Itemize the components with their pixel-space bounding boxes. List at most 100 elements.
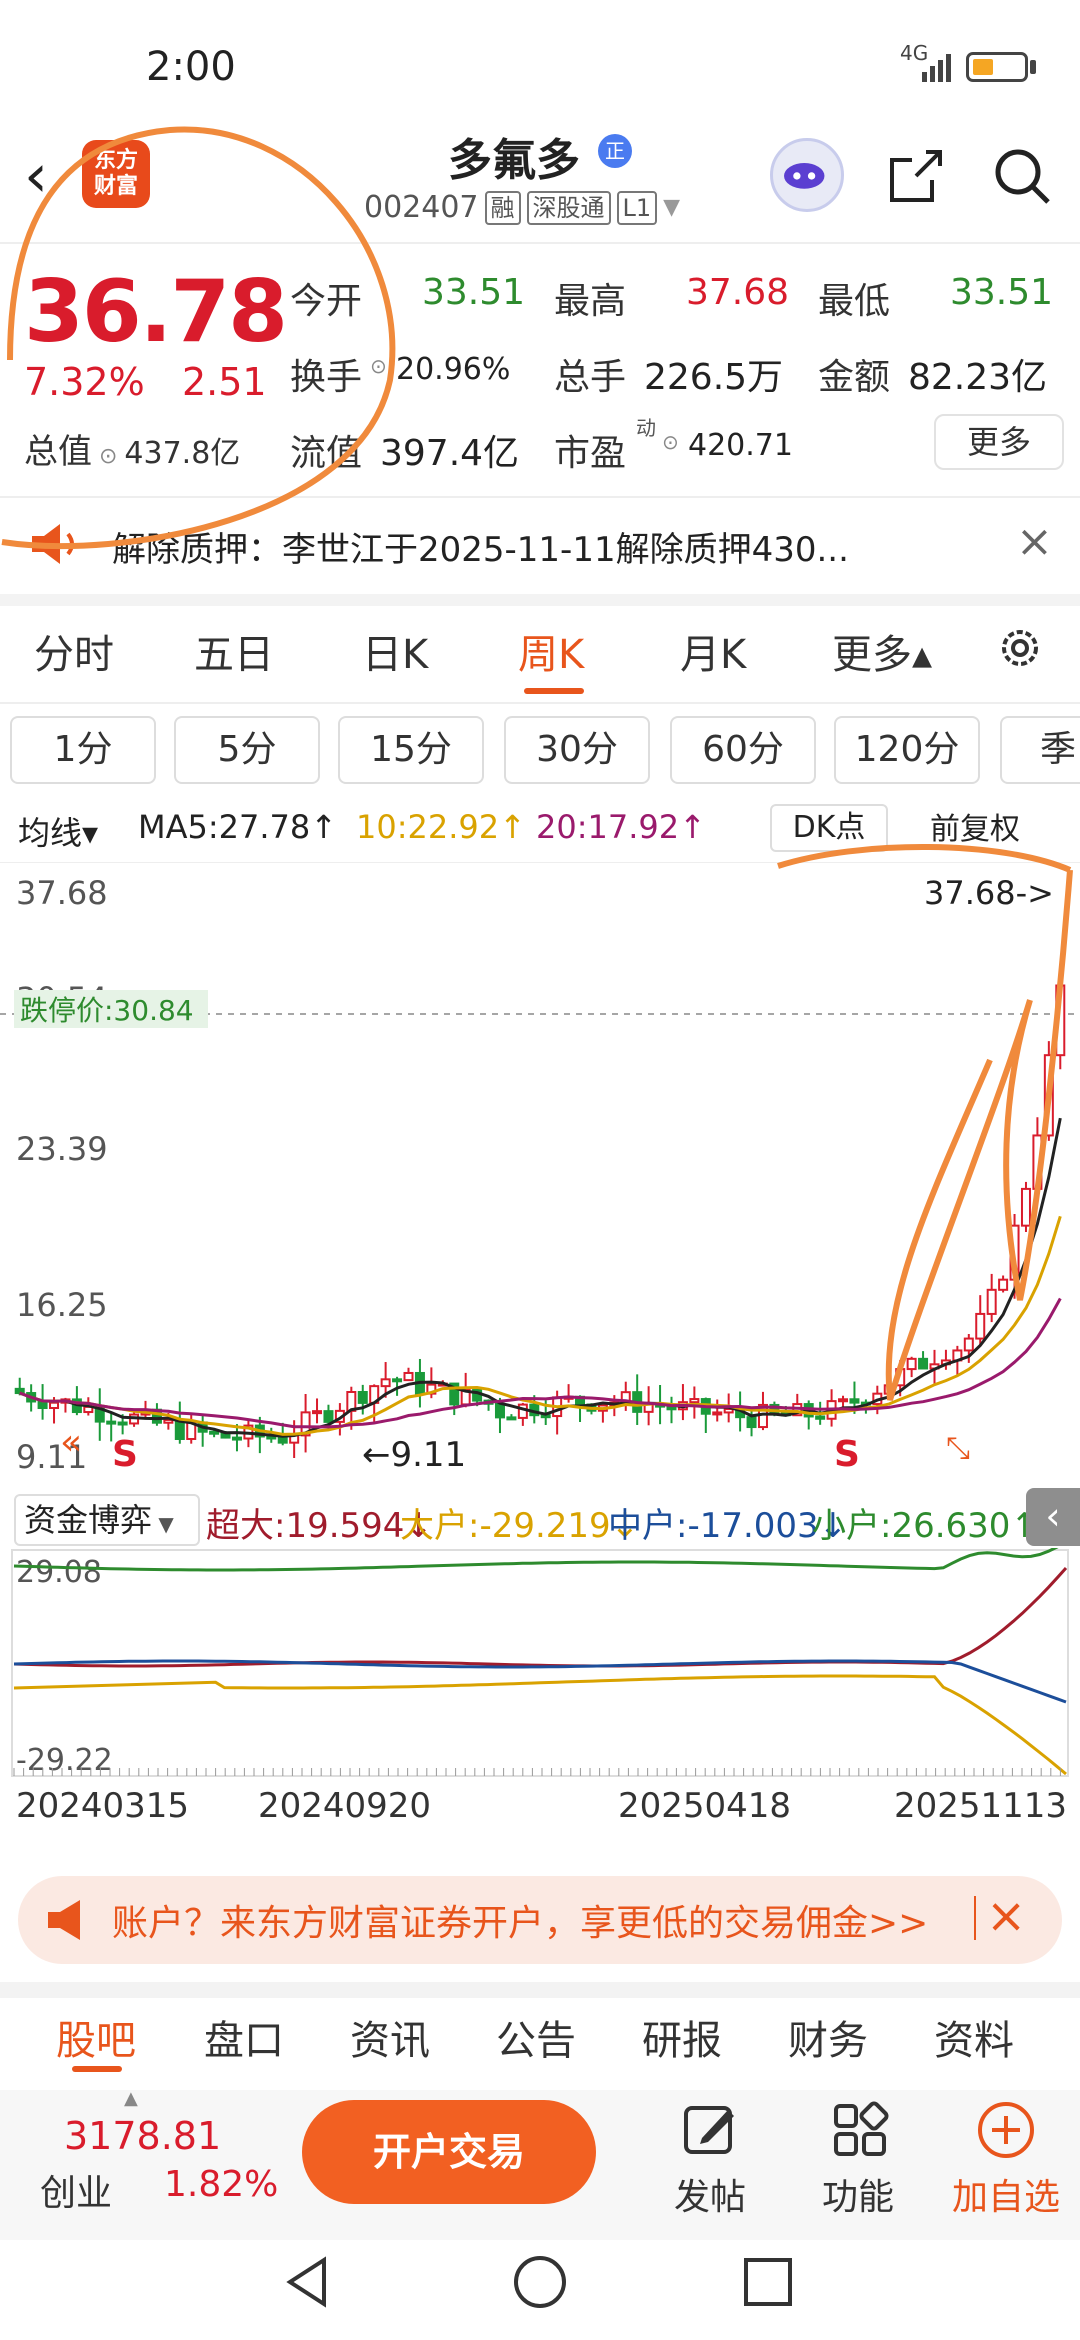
fund-super: 超大:19.594↓ bbox=[206, 1506, 433, 1546]
candle-body bbox=[14, 1387, 25, 1395]
index-name[interactable]: 创业 bbox=[40, 2164, 112, 2216]
fund-small: 小户:26.630↑ bbox=[812, 1506, 1039, 1546]
interval-60m[interactable]: 60分 bbox=[670, 716, 816, 784]
candle-body bbox=[49, 1401, 60, 1410]
interval-1m[interactable]: 1分 bbox=[10, 716, 156, 784]
tab-guba[interactable]: 股吧 bbox=[56, 2008, 136, 2066]
tab-pankou[interactable]: 盘口 bbox=[204, 2008, 284, 2066]
signal-icon bbox=[922, 54, 951, 82]
candle-body bbox=[380, 1378, 391, 1388]
kline-chart[interactable]: 37.68 30.54 23.39 16.25 9.11 跌停价:30.84 3… bbox=[0, 862, 1080, 1502]
tab-five-day[interactable]: 五日 bbox=[194, 622, 274, 680]
add-watchlist-label[interactable]: 加自选 bbox=[952, 2168, 1060, 2220]
candle-body bbox=[883, 1384, 894, 1395]
float-cap-label: 流值 bbox=[290, 433, 363, 474]
info-icon: ⊙ bbox=[370, 354, 387, 378]
fund-ymin: -29.22 bbox=[16, 1743, 113, 1778]
speaker-icon bbox=[32, 524, 74, 564]
adjust-selector[interactable]: 前复权 bbox=[930, 804, 1020, 848]
assistant-avatar[interactable] bbox=[770, 138, 844, 212]
ma20-line bbox=[19, 1297, 1062, 1429]
more-button[interactable]: 更多 bbox=[934, 414, 1064, 470]
date-label-3: 20250418 bbox=[618, 1786, 792, 1826]
function-icon[interactable] bbox=[830, 2100, 890, 2160]
ma20-value: 20:17.92↑ bbox=[536, 808, 706, 846]
expand-up-icon[interactable]: ▲ bbox=[124, 2088, 138, 2109]
candle-body bbox=[209, 1430, 220, 1435]
fund-line-super bbox=[13, 1566, 1068, 1668]
tab-research[interactable]: 研报 bbox=[642, 2008, 722, 2066]
tab-profile[interactable]: 资料 bbox=[934, 2008, 1014, 2066]
candle-body bbox=[403, 1371, 414, 1382]
nav-home-icon[interactable] bbox=[512, 2254, 568, 2310]
function-label[interactable]: 功能 bbox=[822, 2168, 894, 2220]
candle-body bbox=[517, 1403, 528, 1419]
candle-body bbox=[986, 1288, 997, 1315]
expand-icon: ⤡ bbox=[946, 1431, 970, 1466]
index-percent[interactable]: 1.82% bbox=[164, 2164, 278, 2205]
fund-large: 大户:-29.219↓ bbox=[400, 1506, 640, 1546]
candle-body bbox=[357, 1391, 368, 1404]
notice-text[interactable]: 解除质押：李世江于2025-11-11解除质押430... bbox=[112, 522, 849, 571]
tab-daily-k[interactable]: 日K bbox=[362, 622, 428, 680]
open-account-trade-button[interactable]: 开户交易 bbox=[302, 2100, 596, 2204]
interval-5m[interactable]: 5分 bbox=[174, 716, 320, 784]
candle-body bbox=[998, 1278, 1009, 1291]
add-watchlist-icon[interactable] bbox=[976, 2100, 1036, 2160]
tab-announcements[interactable]: 公告 bbox=[496, 2008, 576, 2066]
amount-value: 82.23亿 bbox=[908, 357, 1048, 398]
post-icon[interactable] bbox=[680, 2100, 740, 2160]
back-icon[interactable]: ‹ bbox=[24, 146, 48, 206]
dk-point-button[interactable]: DK点 bbox=[770, 804, 888, 852]
tab-monthly-k[interactable]: 月K bbox=[680, 622, 746, 680]
tab-weekly-k[interactable]: 周K bbox=[518, 622, 584, 680]
high-label: 最高 bbox=[554, 281, 627, 322]
close-icon[interactable]: × bbox=[1016, 516, 1053, 567]
gear-icon[interactable] bbox=[994, 622, 1046, 674]
close-icon[interactable]: × bbox=[986, 1888, 1026, 1944]
tabs-divider bbox=[0, 702, 1080, 704]
tab-finance[interactable]: 财务 bbox=[788, 2008, 868, 2066]
candle-body bbox=[392, 1378, 403, 1383]
chevron-down-icon: ▼ bbox=[663, 195, 681, 220]
share-icon[interactable] bbox=[886, 146, 946, 206]
interval-30m[interactable]: 30分 bbox=[504, 716, 650, 784]
pe-dynamic-sup: 动 bbox=[636, 416, 656, 440]
candle-body bbox=[494, 1402, 505, 1419]
fund-line-large bbox=[13, 1674, 1067, 1776]
index-value[interactable]: 3178.81 bbox=[64, 2114, 221, 2158]
fund-ymax: 29.08 bbox=[16, 1555, 102, 1590]
open-value: 33.51 bbox=[422, 272, 526, 313]
collapse-icon[interactable]: ‹ bbox=[1026, 1488, 1080, 1546]
change-amount: 2.51 bbox=[182, 360, 267, 404]
fund-selector[interactable]: 资金博弈 ▼ bbox=[14, 1494, 200, 1546]
signal-s-1: S bbox=[112, 1434, 138, 1475]
interval-120m[interactable]: 120分 bbox=[834, 716, 980, 784]
candle-body bbox=[117, 1421, 128, 1426]
tag-margin: 融 bbox=[484, 190, 521, 225]
tab-news[interactable]: 资讯 bbox=[350, 2008, 430, 2066]
ad-text[interactable]: 账户？来东方财富证券开户，享更低的交易佣金>> bbox=[112, 1894, 972, 1946]
ma-selector[interactable]: 均线▾ bbox=[18, 808, 98, 854]
search-icon[interactable] bbox=[990, 144, 1054, 208]
nav-recents-icon[interactable] bbox=[742, 2256, 794, 2308]
date-label-4: 20251113 bbox=[894, 1786, 1068, 1826]
turnover-label: 换手 bbox=[290, 357, 363, 398]
fund-chart: 29.08 -29.22 bbox=[11, 1548, 1069, 1778]
battery-tip bbox=[1030, 60, 1036, 74]
current-price: 36.78 bbox=[24, 262, 288, 362]
tab-timeshare[interactable]: 分时 bbox=[34, 622, 114, 680]
ma10-line bbox=[19, 1215, 1062, 1436]
high-value: 37.68 bbox=[686, 272, 790, 313]
nav-back-icon[interactable] bbox=[282, 2254, 332, 2310]
post-label[interactable]: 发帖 bbox=[674, 2168, 746, 2220]
candle-body bbox=[906, 1357, 917, 1371]
interval-quarter[interactable]: 季 bbox=[1000, 716, 1080, 784]
stock-code-row: 002407 融 深股通 L1 ▼ bbox=[364, 190, 680, 225]
interval-15m[interactable]: 15分 bbox=[338, 716, 484, 784]
candle-body bbox=[689, 1398, 700, 1404]
candle-body bbox=[1009, 1224, 1020, 1281]
quote-divider bbox=[0, 496, 1080, 498]
amount-label: 金额 bbox=[818, 357, 891, 398]
tab-more[interactable]: 更多▴ bbox=[832, 622, 932, 680]
